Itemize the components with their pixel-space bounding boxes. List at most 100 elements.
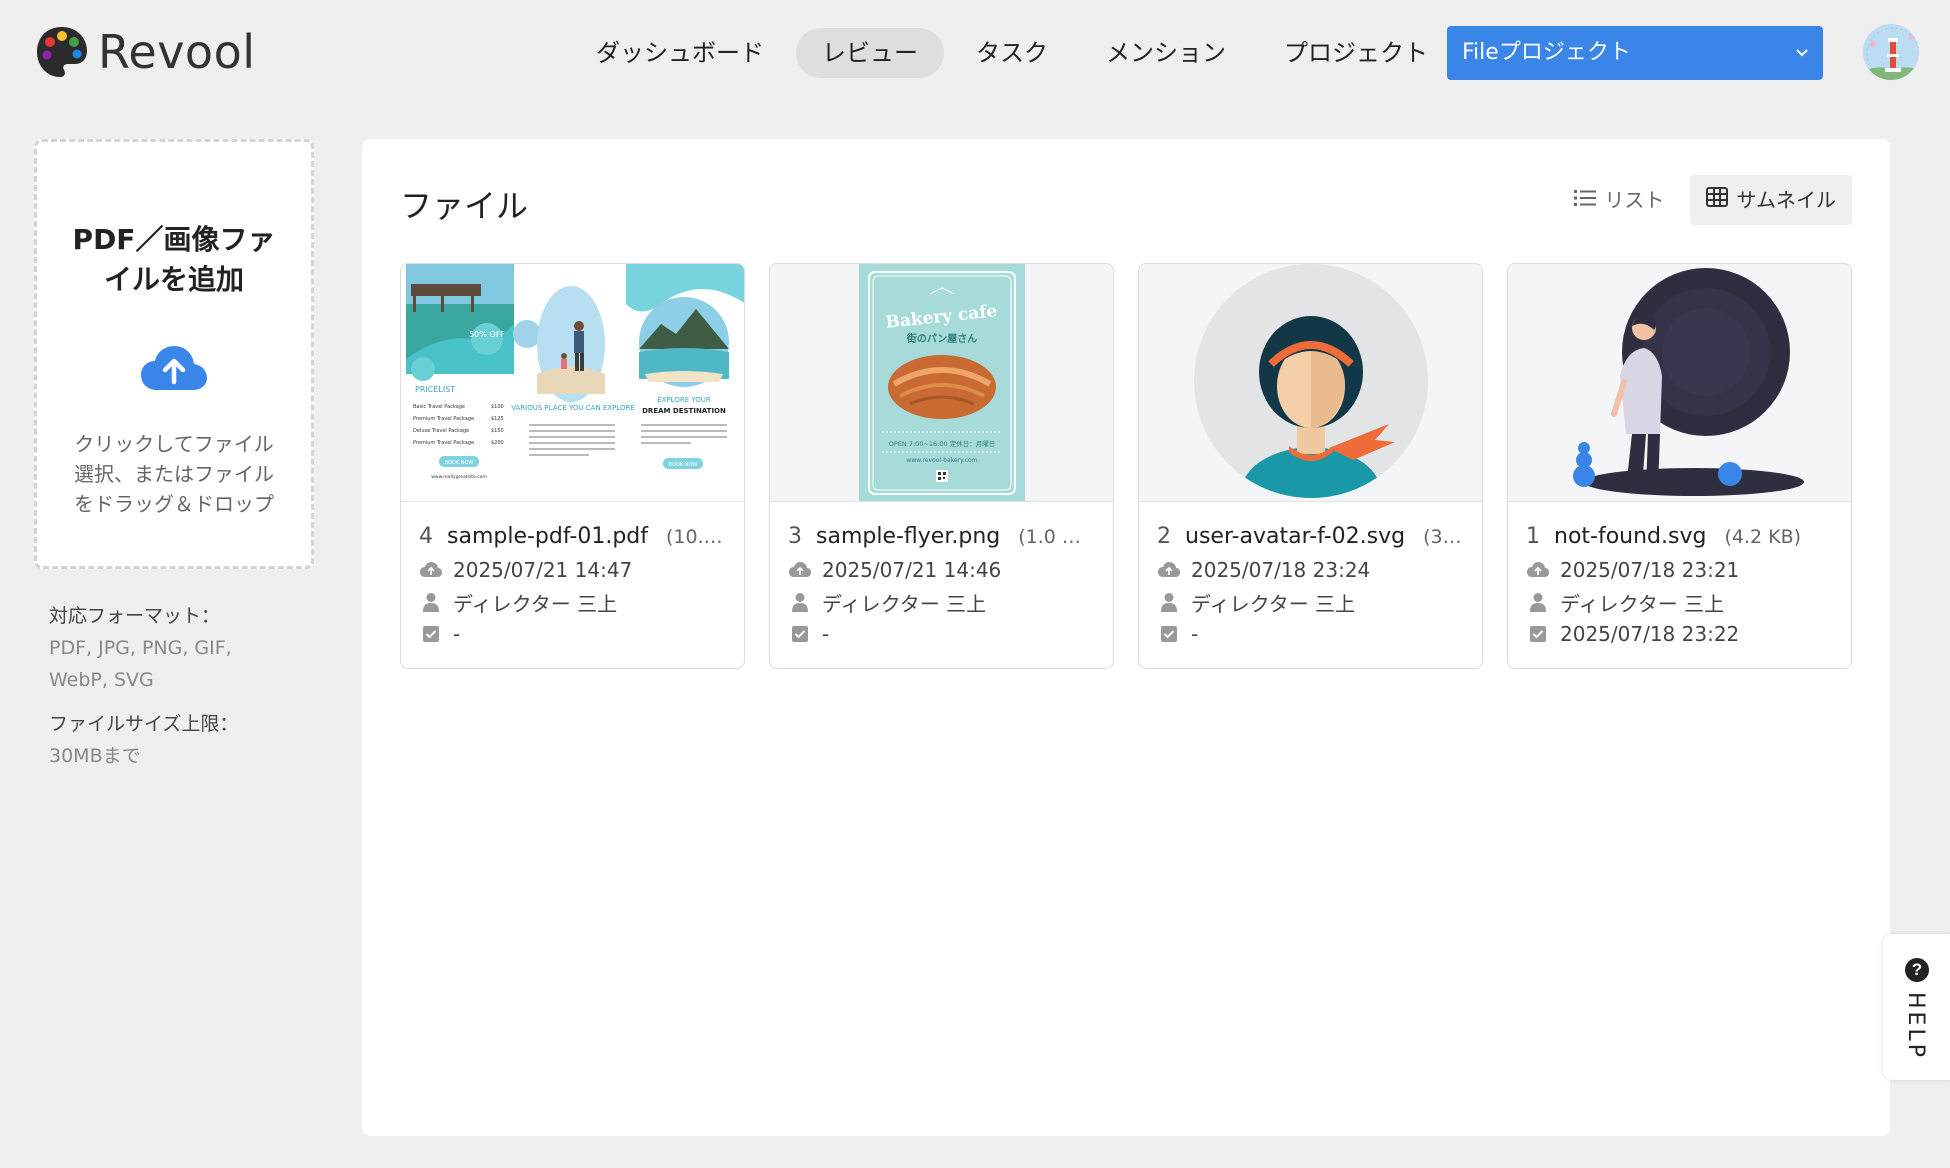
- pdf-package-4: Premium Travel Package: [413, 440, 474, 446]
- upload-date: 2025/07/18 23:24: [1191, 558, 1371, 582]
- upload-date-row: 2025/07/18 23:21: [1526, 558, 1833, 582]
- chevron-down-icon: [1795, 26, 1809, 80]
- checked-row: 2025/07/18 23:22: [1526, 622, 1833, 646]
- avatar-tower-image: [1863, 24, 1919, 80]
- file-number: 1: [1526, 524, 1540, 549]
- list-view-label: リスト: [1604, 188, 1665, 212]
- uploader-row: ディレクター 三上: [419, 591, 726, 616]
- pdf-price-3: $150: [491, 428, 504, 434]
- file-size: (10.…: [666, 526, 723, 548]
- uploader-name: ディレクター 三上: [822, 591, 987, 616]
- nav-review[interactable]: レビュー: [796, 28, 944, 78]
- checkbox-checked-icon: [1526, 623, 1550, 645]
- nav-dashboard[interactable]: ダッシュボード: [570, 28, 790, 78]
- logo[interactable]: Revool: [34, 24, 256, 80]
- pdf-book-now-2: BOOK NOW: [669, 462, 698, 468]
- size-limit-label: ファイルサイズ上限：: [49, 713, 239, 735]
- file-size: (4.2 KB): [1724, 526, 1802, 548]
- list-view-button[interactable]: リスト: [1558, 175, 1680, 225]
- upload-description: クリックしてファイル選択、またはファイルをドラッグ＆ドロップ: [74, 432, 274, 516]
- formats-value: PDF, JPG, PNG, GIF, WebP, SVG: [49, 637, 232, 691]
- checkbox-checked-icon: [419, 623, 443, 645]
- uploader-name: ディレクター 三上: [1191, 591, 1356, 616]
- flyer-subtitle: 街のパン屋さん: [906, 332, 978, 345]
- user-icon: [788, 591, 812, 613]
- nav-mentions[interactable]: メンション: [1080, 28, 1252, 78]
- file-size: (3.…: [1423, 526, 1464, 548]
- uploader-name: ディレクター 三上: [1560, 591, 1725, 616]
- upload-date: 2025/07/21 14:47: [453, 558, 633, 582]
- upload-title: PDF／画像ファイルを追加: [72, 223, 276, 296]
- upload-date: 2025/07/18 23:21: [1560, 558, 1740, 582]
- file-card[interactable]: 50% OFF PRICELIST Basic Travel Package $…: [400, 263, 745, 669]
- pdf-price-1: $100: [491, 404, 504, 410]
- view-toggle: リスト サムネイル: [1558, 175, 1852, 225]
- project-select[interactable]: Fileプロジェクト: [1447, 26, 1823, 80]
- project-select-value: Fileプロジェクト: [1462, 40, 1631, 65]
- pdf-badge-text: 50% OFF: [469, 330, 505, 339]
- file-size: (1.0 MB): [1018, 526, 1095, 548]
- pdf-thumbnail: 50% OFF PRICELIST Basic Travel Package $…: [401, 264, 744, 502]
- files-panel: ファイル リスト サムネイル 50% OFF PRICELIST Basic T…: [362, 139, 1890, 1136]
- nav-tasks[interactable]: タスク: [950, 28, 1074, 78]
- avatar-svg-thumbnail: [1139, 264, 1482, 502]
- pdf-price-2: $125: [491, 416, 504, 422]
- checked-row: -: [419, 622, 726, 646]
- cloud-upload-icon: [1526, 559, 1550, 581]
- checked-date: -: [822, 622, 830, 646]
- help-label: HELP: [1903, 992, 1928, 1060]
- nav-projects[interactable]: プロジェクト: [1258, 28, 1454, 78]
- pdf-right-sub: EXPLORE YOUR: [657, 396, 711, 404]
- pdf-mid-title: VARIOUS PLACE YOU CAN EXPLORE: [511, 404, 635, 412]
- file-card[interactable]: 2 user-avatar-f-02.svg (3.… 2025/07/18 2…: [1138, 263, 1483, 669]
- list-icon: [1574, 175, 1597, 225]
- uploader-row: ディレクター 三上: [788, 591, 1095, 616]
- file-number: 2: [1157, 524, 1171, 549]
- upload-date-row: 2025/07/21 14:47: [419, 558, 726, 582]
- user-icon: [1526, 591, 1550, 613]
- user-icon: [419, 591, 443, 613]
- checked-date: 2025/07/18 23:22: [1560, 622, 1740, 646]
- size-limit-value: 30MBまで: [49, 745, 141, 767]
- uploader-row: ディレクター 三上: [1157, 591, 1464, 616]
- file-name: sample-flyer.png: [816, 524, 1001, 549]
- cloud-upload-icon: [1157, 559, 1181, 581]
- file-card[interactable]: Bakery cafe 街のパン屋さん OPEN 7:00~16:00 定休日：…: [769, 263, 1114, 669]
- file-name: sample-pdf-01.pdf: [447, 524, 648, 549]
- user-avatar[interactable]: [1861, 22, 1921, 82]
- file-name: user-avatar-f-02.svg: [1185, 524, 1406, 549]
- thumbnail-view-label: サムネイル: [1736, 188, 1836, 212]
- upload-date-row: 2025/07/18 23:24: [1157, 558, 1464, 582]
- uploader-row: ディレクター 三上: [1526, 591, 1833, 616]
- checked-row: -: [1157, 622, 1464, 646]
- pdf-right-title: DREAM DESTINATION: [642, 407, 726, 415]
- upload-date-row: 2025/07/21 14:46: [788, 558, 1095, 582]
- flyer-hours: OPEN 7:00~16:00 定休日：月曜日: [889, 439, 995, 448]
- file-name: not-found.svg: [1554, 524, 1707, 549]
- checkbox-checked-icon: [788, 623, 812, 645]
- not-found-svg-thumbnail: [1508, 264, 1851, 502]
- checked-date: -: [1191, 622, 1199, 646]
- header: Revool ダッシュボード レビュー タスク メンション プロジェクト Fil…: [0, 0, 1950, 104]
- main-nav: ダッシュボード レビュー タスク メンション プロジェクト: [570, 28, 1454, 78]
- pdf-package-1: Basic Travel Package: [413, 404, 465, 410]
- checked-row: -: [788, 622, 1095, 646]
- formats-label: 対応フォーマット：: [49, 605, 221, 627]
- flyer-url: www.revool-bakery.com: [906, 457, 977, 464]
- grid-icon: [1706, 175, 1729, 225]
- pdf-price-4: $200: [491, 440, 504, 446]
- upload-dropzone[interactable]: PDF／画像ファイルを追加 クリックしてファイル選択、またはファイルをドラッグ＆…: [34, 139, 314, 569]
- pdf-site: www.reallygreatsite.com: [431, 474, 487, 480]
- question-circle-icon: ?: [1905, 958, 1929, 982]
- file-grid: 50% OFF PRICELIST Basic Travel Package $…: [400, 263, 1852, 669]
- flyer-thumbnail: Bakery cafe 街のパン屋さん OPEN 7:00~16:00 定休日：…: [770, 264, 1113, 502]
- file-card[interactable]: 1 not-found.svg (4.2 KB) 2025/07/18 23:2…: [1507, 263, 1852, 669]
- help-tab[interactable]: ? HELP: [1883, 934, 1950, 1080]
- cloud-upload-icon: [37, 344, 311, 399]
- pdf-package-2: Premium Travel Package: [413, 416, 474, 422]
- page-title: ファイル: [400, 187, 529, 225]
- upload-date: 2025/07/21 14:46: [822, 558, 1002, 582]
- upload-constraints: 対応フォーマット： PDF, JPG, PNG, GIF, WebP, SVG …: [49, 600, 289, 772]
- file-number: 4: [419, 524, 433, 549]
- thumbnail-view-button[interactable]: サムネイル: [1690, 175, 1852, 225]
